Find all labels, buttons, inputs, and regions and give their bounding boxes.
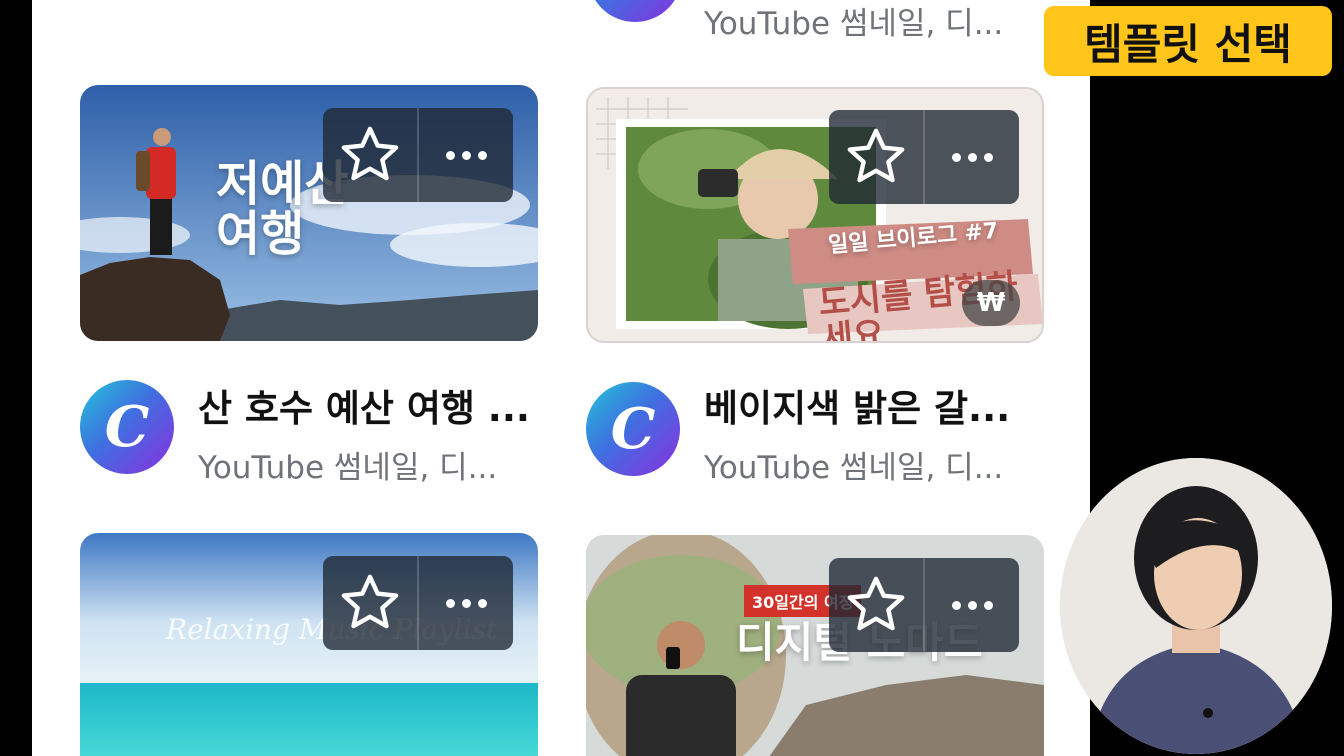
card-subtitle: YouTube 썸네일, 디...: [704, 6, 1004, 42]
more-options-button[interactable]: [417, 108, 513, 202]
star-icon: [341, 126, 399, 181]
more-options-button[interactable]: [923, 110, 1019, 204]
star-icon: [847, 576, 905, 631]
card-subtitle: YouTube 썸네일, 디...: [198, 450, 498, 486]
thumbnail-actions: [829, 558, 1019, 652]
card-title[interactable]: 베이지색 밝은 갈...: [704, 378, 1010, 432]
favorite-button[interactable]: [323, 556, 417, 650]
caption-tag: 템플릿 선택: [1044, 6, 1332, 76]
thumbnail-actions: [829, 110, 1019, 204]
thumbnail-actions: [323, 556, 513, 650]
favorite-button[interactable]: [829, 110, 923, 204]
card-title[interactable]: 산 호수 예산 여행 ...: [198, 378, 530, 432]
presenter-webcam: [1060, 458, 1332, 754]
card-subtitle: YouTube 썸네일, 디...: [704, 450, 1004, 486]
more-icon: [445, 150, 487, 160]
more-icon: [951, 152, 993, 162]
canva-avatar: C: [80, 380, 174, 474]
more-options-button[interactable]: [923, 558, 1019, 652]
star-icon: [847, 128, 905, 183]
template-grid: C YouTube 썸네일, 디... 저예산 여행: [32, 0, 1090, 756]
premium-badge: ₩: [962, 280, 1020, 326]
favorite-button[interactable]: [323, 108, 417, 202]
canva-avatar: C: [588, 0, 682, 22]
thumbnail-actions: [323, 108, 513, 202]
presenter-image: [1060, 458, 1332, 754]
more-icon: [951, 600, 993, 610]
more-icon: [445, 598, 487, 608]
favorite-button[interactable]: [829, 558, 923, 652]
more-options-button[interactable]: [417, 556, 513, 650]
canva-avatar: C: [586, 382, 680, 476]
star-icon: [341, 574, 399, 629]
thumbnail-text: 여행: [216, 206, 305, 263]
